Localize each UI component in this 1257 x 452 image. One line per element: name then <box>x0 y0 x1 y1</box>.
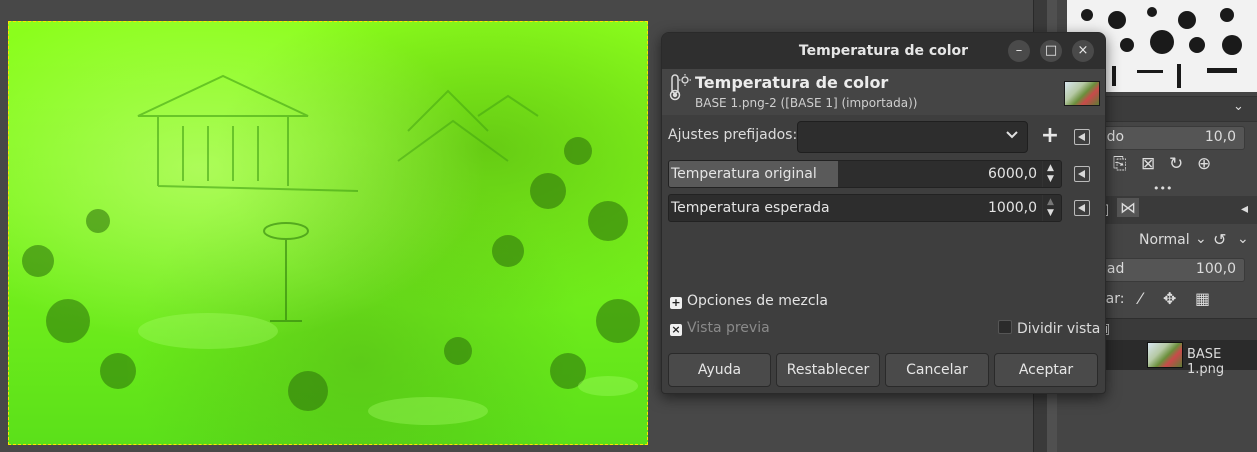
help-button[interactable]: Ayuda <box>668 353 771 387</box>
target-temperature-stepper[interactable]: ▲ ▼ <box>1042 195 1061 221</box>
brush-lock-icon[interactable]: ⁄ <box>1139 289 1142 308</box>
original-temperature-stepper[interactable]: ▲ ▼ <box>1042 161 1061 187</box>
alpha-lock-icon[interactable]: ▦ <box>1195 289 1210 308</box>
blend-options-label: Opciones de mezcla <box>687 293 829 309</box>
add-preset-button[interactable]: + <box>1038 123 1062 149</box>
presets-dropdown[interactable] <box>797 121 1028 153</box>
presets-menu-icon[interactable] <box>1074 129 1090 145</box>
tab-paths-icon[interactable]: ⋈ <box>1117 198 1139 217</box>
reset-original-temperature-icon[interactable] <box>1074 166 1090 182</box>
blend-options-expander[interactable]: + Opciones de mezcla <box>670 293 828 309</box>
chevron-down-icon <box>1006 131 1018 139</box>
refresh-icon[interactable]: ↻ <box>1169 154 1183 174</box>
target-temperature-value: 1000,0 <box>988 200 1037 216</box>
delete-icon[interactable]: ⊠ <box>1141 154 1155 174</box>
preview-label: Vista previa <box>687 320 770 336</box>
opacity-value: 100,0 <box>1195 261 1236 277</box>
chevron-up-icon[interactable]: ▲ <box>1047 164 1054 173</box>
maximize-button[interactable]: □ <box>1040 40 1062 62</box>
spacing-value: 10,0 <box>1204 129 1236 145</box>
mode-select[interactable]: Normal <box>1139 232 1190 248</box>
minimize-button[interactable]: – <box>1008 40 1030 62</box>
color-temperature-dialog: Temperatura de color – □ × Temperatura d… <box>661 32 1106 394</box>
chevron-down-icon[interactable]: ▼ <box>1047 209 1054 218</box>
layer-thumbnail <box>1147 342 1183 368</box>
panel-menu-icon[interactable]: ◂ <box>1241 201 1248 217</box>
target-temperature-spin[interactable]: Temperatura esperada 1000,0 ▲ ▼ <box>668 194 1062 222</box>
image-content <box>22 74 640 425</box>
move-lock-icon[interactable]: ✥ <box>1163 289 1176 308</box>
image-canvas[interactable] <box>8 21 648 445</box>
copy-icon[interactable]: ⎘ <box>1113 154 1127 174</box>
reset-target-temperature-icon[interactable] <box>1074 200 1090 216</box>
thermometer-icon <box>669 74 691 101</box>
ok-button[interactable]: Aceptar <box>994 353 1098 387</box>
chevron-up-icon[interactable]: ▲ <box>1047 198 1054 207</box>
chevron-down-icon: ⌄ <box>1233 99 1244 114</box>
original-temperature-value: 6000,0 <box>988 166 1037 182</box>
dialog-subheading: BASE 1.png-2 ([BASE 1] (importada)) <box>695 96 918 110</box>
close-button[interactable]: × <box>1072 40 1094 62</box>
chevron-down-icon: ⌄ <box>1195 231 1207 247</box>
expand-plus-icon: + <box>670 296 682 309</box>
split-view-checkbox[interactable]: Dividir vista <box>998 320 1100 337</box>
chevron-down-icon: ⌄ <box>1237 231 1249 247</box>
checkbox-box <box>998 320 1012 334</box>
dialog-window-title: Temperatura de color <box>798 43 969 59</box>
checkmark-icon: × <box>670 323 682 336</box>
cancel-button[interactable]: Cancelar <box>885 353 989 387</box>
mode-reset-icon[interactable]: ↺ <box>1213 230 1226 249</box>
dialog-heading: Temperatura de color <box>695 73 889 92</box>
presets-label: Ajustes prefijados: <box>668 127 798 143</box>
split-view-label: Dividir vista <box>1017 321 1101 337</box>
dialog-header: Temperatura de color BASE 1.png-2 ([BASE… <box>662 69 1105 115</box>
layer-name: BASE 1.png <box>1187 347 1225 377</box>
original-temperature-label: Temperatura original <box>671 166 817 182</box>
new-brush-icon[interactable]: ⊕ <box>1197 154 1211 174</box>
chevron-down-icon[interactable]: ▼ <box>1047 175 1054 184</box>
target-temperature-label: Temperatura esperada <box>671 200 830 216</box>
preview-checkbox[interactable]: × Vista previa <box>670 320 770 336</box>
dialog-titlebar[interactable]: Temperatura de color – □ × <box>662 33 1105 69</box>
drag-handle-icon[interactable]: ••• <box>1153 182 1172 195</box>
original-temperature-spin[interactable]: Temperatura original 6000,0 ▲ ▼ <box>668 160 1062 188</box>
reset-button[interactable]: Restablecer <box>776 353 880 387</box>
image-thumbnail <box>1064 81 1100 106</box>
